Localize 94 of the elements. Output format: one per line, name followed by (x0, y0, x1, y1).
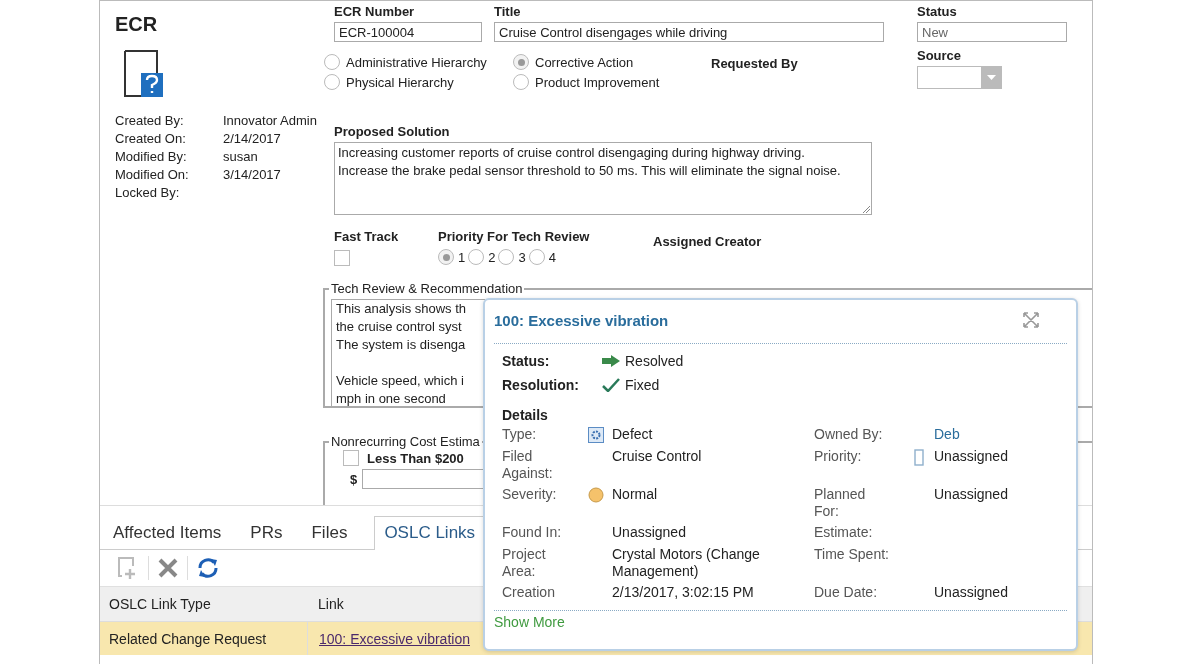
field-label: Source (917, 48, 963, 63)
text-line: The system is disenga (336, 336, 467, 354)
link[interactable]: Deb (934, 426, 960, 443)
unknown-document-icon (123, 49, 165, 99)
tab[interactable]: PRs (248, 516, 292, 549)
radio-button[interactable] (438, 249, 454, 265)
field-value: Normal (612, 486, 658, 503)
field-label: Fast Track (334, 229, 400, 244)
field-value: Cruise Control (612, 448, 702, 465)
meta-value: Innovator Admin (223, 112, 317, 130)
column-header[interactable]: Link (307, 596, 344, 612)
meta-value: 3/14/2017 (223, 166, 282, 184)
field-label: Proposed Solution (334, 124, 451, 139)
radio-label[interactable]: 2 (488, 249, 496, 265)
field-value: Fixed (625, 376, 660, 394)
meta-value: susan (223, 148, 259, 166)
field-value: 2/13/2017, 3:02:15 PM (612, 584, 754, 601)
field-value: Unassigned (934, 448, 1008, 465)
radio-label[interactable]: Corrective Action (535, 54, 634, 70)
radio-label[interactable]: Product Improvement (535, 74, 660, 90)
field-label: Requested By (711, 56, 798, 71)
section-heading: Details (502, 406, 549, 424)
column-header[interactable]: OSLC Link Type (100, 596, 307, 612)
checkbox[interactable] (343, 450, 359, 466)
dropdown[interactable] (917, 66, 1002, 89)
radio-label[interactable]: Physical Hierarchy (346, 74, 454, 90)
field-label: Due Date: (814, 584, 879, 601)
meta-label: Created By: (115, 112, 185, 130)
currency-label: $ (350, 471, 358, 487)
radio-label[interactable]: 1 (458, 249, 466, 265)
field-label: Owned By: (814, 426, 884, 443)
checkmark-icon (602, 378, 620, 392)
field-value: Crystal Motors (Change Management) (612, 546, 761, 580)
field-label: Creation (502, 584, 556, 601)
gear-icon (588, 427, 604, 443)
input-field[interactable] (362, 469, 485, 489)
field-value: Unassigned (934, 584, 1008, 601)
field-value: Unassigned (934, 486, 1008, 503)
meta-value: 2/14/2017 (223, 130, 282, 148)
field-value: Resolved (625, 352, 684, 370)
field-label: Estimate: (814, 524, 874, 541)
radio-label[interactable]: 4 (548, 249, 556, 265)
checkbox[interactable] (334, 250, 350, 266)
field-label: Priority: (814, 448, 863, 465)
radio-button[interactable] (513, 54, 529, 70)
circle-icon (588, 487, 604, 503)
close-icon[interactable] (1022, 311, 1040, 329)
input-field[interactable]: ECR-100004 (334, 22, 482, 42)
delete-icon[interactable] (158, 558, 178, 578)
text-line: mph in one second (336, 390, 447, 407)
field-value: Unassigned (612, 524, 686, 541)
field-label: Title (494, 4, 522, 19)
field-value: Defect (612, 426, 653, 443)
table-cell: Related Change Request (100, 622, 308, 655)
text-line: Vehicle speed, which i (336, 372, 465, 390)
form-title: ECR (115, 13, 159, 36)
card-title[interactable]: 100: Excessive vibration (494, 311, 669, 329)
field-label: Planned For: (814, 486, 867, 520)
field-label: ECR Number (334, 4, 416, 19)
radio-label[interactable]: Administrative Hierarchy (346, 54, 487, 70)
radio-label[interactable]: 3 (518, 249, 526, 265)
arrow-icon (602, 355, 620, 367)
rectangle-icon (914, 448, 924, 466)
meta-label: Modified By: (115, 148, 188, 166)
field-label: Resolution: (502, 376, 580, 394)
tab[interactable]: Affected Items (111, 516, 231, 549)
link[interactable]: 100: Excessive vibration (319, 630, 470, 647)
resize-grip-icon[interactable] (862, 205, 870, 213)
text-line: the cruise control syst (336, 318, 463, 336)
field-label: Priority For Tech Review (438, 229, 591, 244)
tab[interactable]: OSLC Links (374, 516, 486, 550)
group-legend: Nonrecurring Cost Estima (329, 434, 482, 449)
refresh-icon[interactable] (197, 557, 219, 579)
field-label: Filed Against: (502, 448, 554, 482)
field-label: Time Spent: (814, 546, 890, 563)
field-label: Assigned Creator (653, 234, 762, 249)
show-more-link[interactable]: Show More (494, 614, 565, 630)
meta-label: Modified On: (115, 166, 190, 184)
input-field: New (917, 22, 1067, 42)
input-field[interactable]: Cruise Control disengages while driving (494, 22, 884, 42)
field-label: Severity: (502, 486, 558, 503)
tab[interactable]: Files (309, 516, 357, 549)
field-label: Type: (502, 426, 538, 443)
meta-label: Created On: (115, 130, 187, 148)
meta-label: Locked By: (115, 184, 181, 202)
field-label: Status: (502, 352, 551, 370)
checkbox-label[interactable]: Less Than $200 (367, 450, 464, 466)
text-area[interactable]: Increasing customer reports of cruise control disengaging during highway driving. Increase the brake pedal sensor threshold to 50 ms. This will eliminate the signal noise. (334, 142, 872, 215)
field-label: Found In: (502, 524, 563, 541)
field-label: Status (917, 4, 958, 19)
field-label: Project Area: (502, 546, 547, 580)
text-line: This analysis shows th (336, 300, 468, 318)
group-legend: Tech Review & Recommendation (329, 281, 525, 296)
caret-icon (981, 67, 1001, 88)
